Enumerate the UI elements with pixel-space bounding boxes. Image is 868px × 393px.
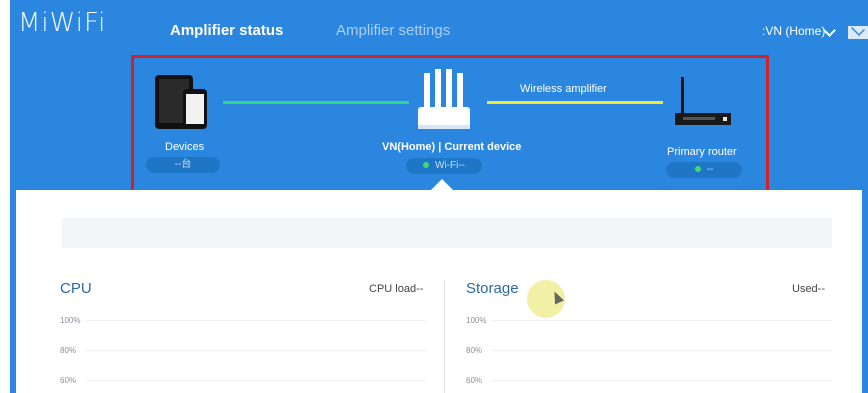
wireless-amplifier-label: Wireless amplifier: [520, 83, 607, 95]
cpu-gridline: [86, 320, 426, 321]
devices-label: Devices: [165, 141, 205, 153]
current-device-label: VN(Home) | Current device: [382, 141, 522, 153]
status-dot-icon: [694, 166, 701, 173]
storage-gridline: [492, 380, 832, 381]
storage-tick: 60%: [466, 376, 483, 385]
info-bar: [62, 218, 832, 248]
status-panel: CPU CPU load-- 100% 80% 60% Storage Used…: [16, 190, 862, 393]
user-menu-label[interactable]: :VN (Home): [762, 24, 825, 38]
tab-amplifier-settings[interactable]: Amplifier settings: [336, 22, 450, 39]
cpu-tick: 60%: [60, 376, 77, 385]
cpu-tick: 100%: [60, 316, 81, 325]
router-admin-window: MiWiFi Amplifier status Amplifier settin…: [10, 0, 868, 393]
primary-router-label: Primary router: [667, 146, 737, 158]
current-device-pill: Wi-Fi--: [406, 158, 482, 174]
tab-amplifier-status[interactable]: Amplifier status: [170, 22, 283, 39]
section-divider: [444, 280, 445, 393]
miwifi-logo: MiWiFi: [18, 8, 107, 38]
storage-gridline: [492, 320, 832, 321]
wifi-status-text: Wi-Fi--: [435, 160, 465, 171]
storage-gridline: [492, 350, 832, 351]
primary-router-pill: --: [666, 162, 742, 178]
router-icon: [418, 69, 470, 129]
top-header: MiWiFi Amplifier status Amplifier settin…: [10, 0, 868, 60]
devices-count-pill: --台: [146, 157, 220, 173]
primary-router-icon: [675, 77, 731, 125]
cpu-title: CPU: [60, 280, 92, 297]
storage-title: Storage: [466, 280, 519, 297]
link-primary: [487, 101, 663, 104]
storage-tick: 80%: [466, 346, 483, 355]
mail-icon[interactable]: [848, 26, 868, 39]
cpu-load-label: CPU load--: [369, 283, 424, 295]
cpu-gridline: [86, 350, 426, 351]
storage-tick: 100%: [466, 316, 487, 325]
link-devices: [223, 101, 409, 104]
cpu-gridline: [86, 380, 426, 381]
devices-icon: [155, 75, 207, 129]
storage-used-label: Used--: [792, 283, 826, 295]
primary-status-text: --: [706, 164, 714, 175]
cpu-tick: 80%: [60, 346, 77, 355]
status-dot-icon: [423, 162, 429, 169]
